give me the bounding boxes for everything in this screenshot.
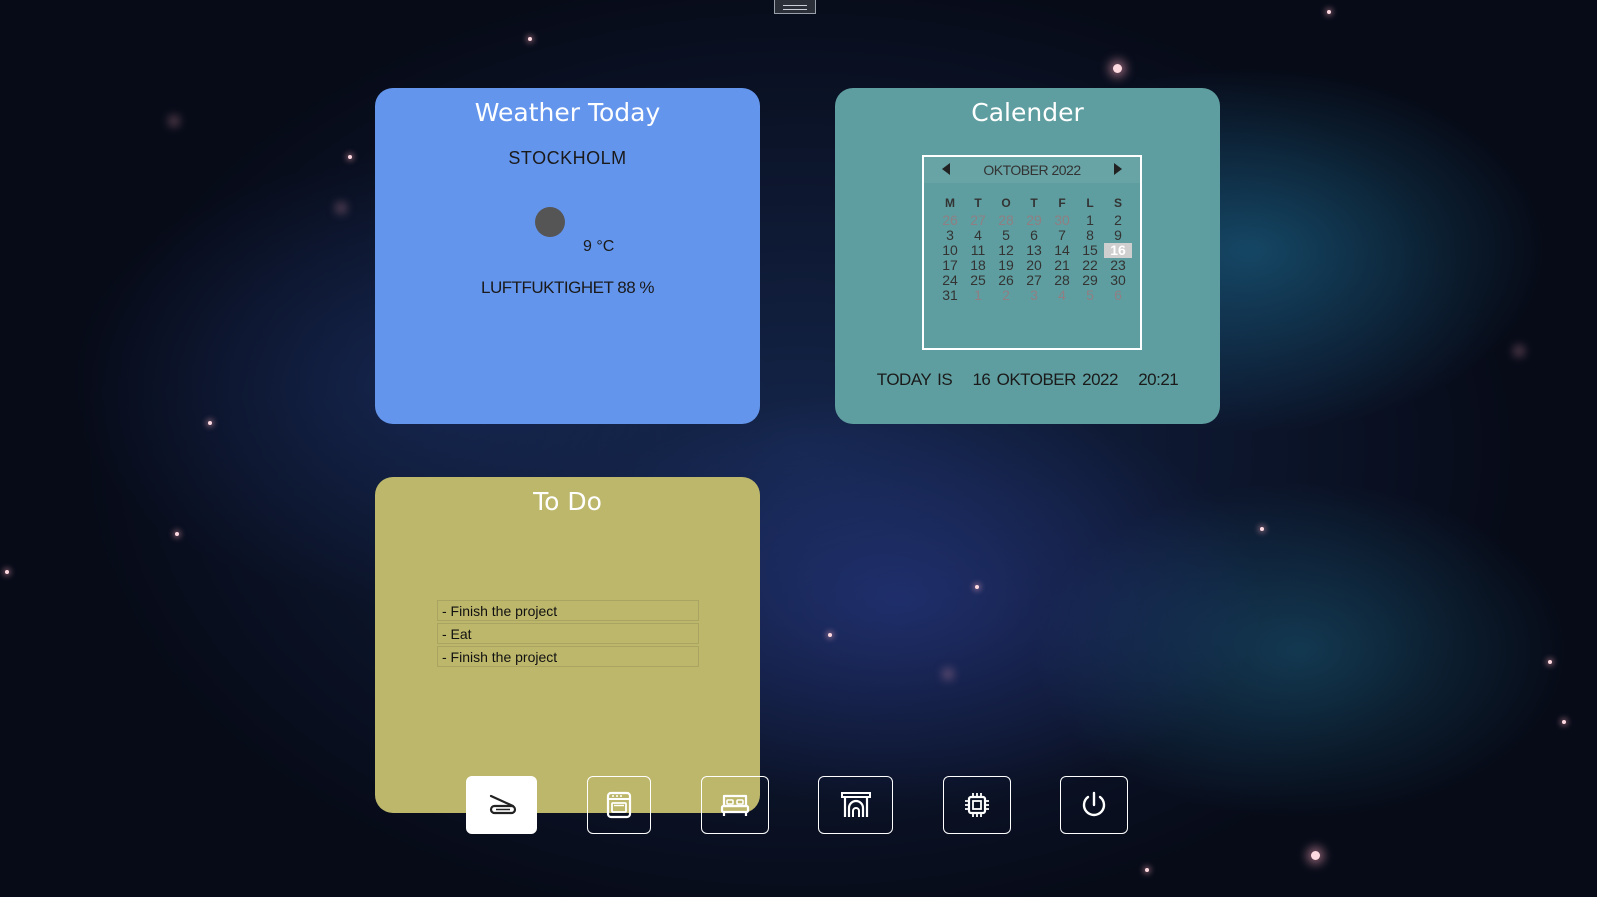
calendar-header: OKTOBER 2022: [924, 157, 1140, 183]
todo-card: To Do - Finish the project - Eat - Finis…: [375, 477, 760, 813]
calendar-day[interactable]: 4: [964, 228, 992, 243]
calendar-day[interactable]: 22: [1076, 258, 1104, 273]
todo-item[interactable]: - Finish the project: [437, 600, 699, 621]
oven-button[interactable]: [587, 776, 651, 834]
weather-icon: [535, 207, 565, 237]
calendar-day[interactable]: 27: [1020, 273, 1048, 288]
calendar-day[interactable]: 4: [1048, 288, 1076, 303]
vacuum-icon: [489, 794, 516, 815]
calendar-day[interactable]: 21: [1048, 258, 1076, 273]
calendar-day[interactable]: 13: [1020, 243, 1048, 258]
calendar-day[interactable]: 25: [964, 273, 992, 288]
todo-title: To Do: [533, 487, 602, 516]
calendar-day[interactable]: 15: [1076, 243, 1104, 258]
weekday-header: M: [945, 196, 955, 210]
today-label: TODAY IS: [876, 370, 953, 389]
current-time: 20:21: [1138, 370, 1179, 389]
calendar-day[interactable]: 5: [1076, 288, 1104, 303]
calendar-card: Calender OKTOBER 2022 M T O T F L S 26 2…: [835, 88, 1220, 424]
todo-list: - Finish the project - Eat - Finish the …: [437, 600, 699, 669]
calendar-month-label: OKTOBER 2022: [983, 162, 1081, 178]
calendar-day[interactable]: 19: [992, 258, 1020, 273]
weekday-header: L: [1086, 196, 1094, 210]
today-info: TODAY IS 16 OKTOBER 2022 20:21: [835, 370, 1220, 390]
calendar-day[interactable]: 6: [1020, 228, 1048, 243]
calendar-day[interactable]: 1: [964, 288, 992, 303]
oven-icon: [606, 791, 632, 819]
weekday-header: O: [1001, 196, 1011, 210]
calendar-title: Calender: [971, 98, 1084, 127]
fireplace-button[interactable]: [818, 776, 893, 834]
calendar-day[interactable]: 20: [1020, 258, 1048, 273]
bed-button[interactable]: [701, 776, 769, 834]
calendar-day[interactable]: 26: [936, 213, 964, 228]
power-button[interactable]: [1060, 776, 1128, 834]
calendar-day[interactable]: 24: [936, 273, 964, 288]
background-star: [828, 633, 832, 637]
calendar-day[interactable]: 28: [992, 213, 1020, 228]
background-star: [1260, 527, 1264, 531]
weekday-header: S: [1113, 196, 1122, 210]
bed-icon: [720, 794, 750, 816]
background-star: [1145, 868, 1149, 872]
calendar-day[interactable]: 30: [1048, 213, 1076, 228]
background-star: [1548, 660, 1552, 664]
weekday-header: T: [974, 196, 982, 210]
window-drag-handle[interactable]: [774, 0, 816, 14]
calendar-day[interactable]: 3: [936, 228, 964, 243]
weather-humidity: LUFTFUKTIGHET 88 %: [481, 278, 655, 297]
calendar-grid: M T O T F L S 26 27 28 29 30 1 2 3 4 5 6…: [936, 193, 1132, 303]
calendar-day[interactable]: 11: [964, 243, 992, 258]
calendar-day[interactable]: 18: [964, 258, 992, 273]
chevron-right-icon[interactable]: [1114, 163, 1122, 175]
todo-item[interactable]: - Finish the project: [437, 646, 699, 667]
calendar-day[interactable]: 27: [964, 213, 992, 228]
calendar-widget: OKTOBER 2022 M T O T F L S 26 27 28 29 3…: [922, 155, 1142, 350]
calendar-day[interactable]: 5: [992, 228, 1020, 243]
weather-title: Weather Today: [474, 98, 661, 127]
calendar-day[interactable]: 31: [936, 288, 964, 303]
calendar-day[interactable]: 7: [1048, 228, 1076, 243]
calendar-day[interactable]: 1: [1076, 213, 1104, 228]
calendar-day-selected[interactable]: 16: [1104, 243, 1132, 258]
todo-item[interactable]: - Eat: [437, 623, 699, 644]
calendar-day[interactable]: 3: [1020, 288, 1048, 303]
weather-card: Weather Today STOCKHOLM 9 °C LUFTFUKTIGH…: [375, 88, 760, 424]
background-star: [1311, 851, 1320, 860]
background-star: [1562, 720, 1566, 724]
background-star: [348, 155, 352, 159]
background-star: [528, 37, 532, 41]
calendar-day[interactable]: 6: [1104, 288, 1132, 303]
calendar-day[interactable]: 30: [1104, 273, 1132, 288]
calendar-day[interactable]: 26: [992, 273, 1020, 288]
calendar-day[interactable]: 29: [1076, 273, 1104, 288]
system-button[interactable]: [943, 776, 1011, 834]
calendar-day[interactable]: 12: [992, 243, 1020, 258]
background-star: [208, 421, 212, 425]
today-date: 16 OKTOBER 2022: [972, 370, 1118, 389]
fireplace-icon: [840, 792, 871, 817]
background-star: [1327, 10, 1331, 14]
power-icon: [1082, 791, 1106, 817]
calendar-day[interactable]: 29: [1020, 213, 1048, 228]
calendar-day[interactable]: 17: [936, 258, 964, 273]
calendar-day[interactable]: 2: [992, 288, 1020, 303]
calendar-day[interactable]: 28: [1048, 273, 1076, 288]
weather-temperature: 9 °C: [583, 238, 615, 255]
calendar-day[interactable]: 10: [936, 243, 964, 258]
cpu-icon: [965, 793, 989, 817]
background-star: [1113, 64, 1122, 73]
background-star: [175, 532, 179, 536]
calendar-day[interactable]: 9: [1104, 228, 1132, 243]
calendar-day[interactable]: 8: [1076, 228, 1104, 243]
calendar-day[interactable]: 2: [1104, 213, 1132, 228]
weekday-header: T: [1030, 196, 1038, 210]
weekday-header: F: [1058, 196, 1066, 210]
background-star: [5, 570, 9, 574]
background-star: [975, 585, 979, 589]
vacuum-button[interactable]: [466, 776, 537, 834]
calendar-day[interactable]: 14: [1048, 243, 1076, 258]
weather-city: STOCKHOLM: [508, 148, 627, 168]
calendar-day[interactable]: 23: [1104, 258, 1132, 273]
